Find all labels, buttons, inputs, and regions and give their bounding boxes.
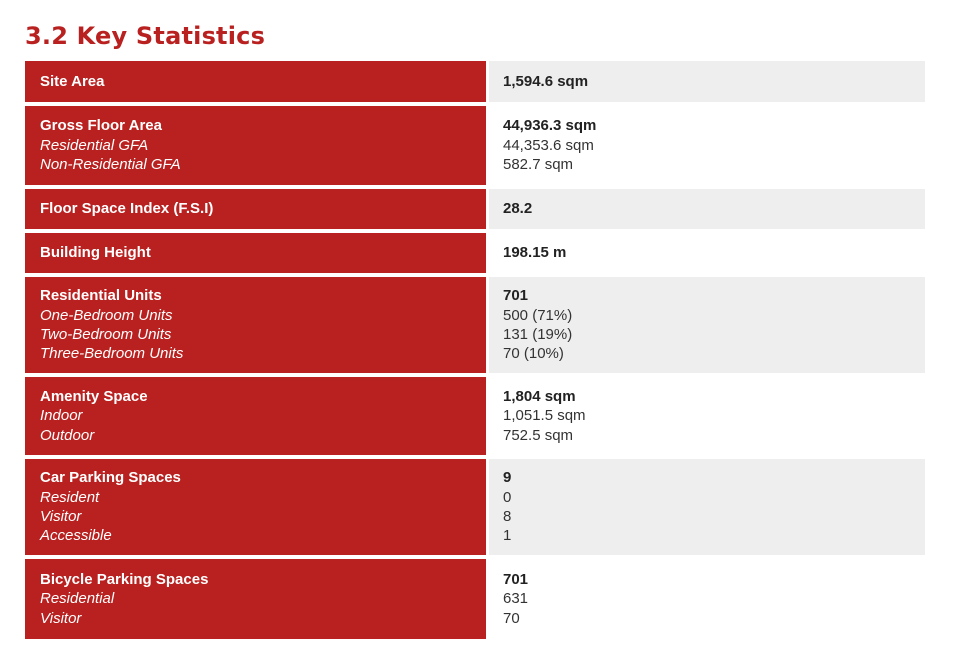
row-label: Site Area xyxy=(40,72,105,90)
row-value-cell: 28.2 xyxy=(489,189,925,229)
row-label-cell: Amenity Space Indoor Outdoor xyxy=(25,377,486,455)
row-sub-label: Residential GFA xyxy=(40,136,149,154)
row-sub-value: 0 xyxy=(503,488,512,506)
table-row: Car Parking Spaces Resident Visitor Acce… xyxy=(25,459,925,555)
table-row: Amenity Space Indoor Outdoor 1,804 sqm 1… xyxy=(25,377,925,455)
row-sub-value: 631 xyxy=(503,590,529,608)
row-label: Building Height xyxy=(40,244,151,262)
row-sub-value: 8 xyxy=(503,508,512,525)
row-sub-label: One-Bedroom Units xyxy=(40,306,173,324)
row-value-cell: 701 500 (71%) 131 (19%) 70 (10%) xyxy=(489,277,925,373)
row-value: 9 xyxy=(503,469,512,487)
table-row: Bicycle Parking Spaces Residential Visit… xyxy=(25,559,925,639)
row-value: 198.15 m xyxy=(503,244,567,262)
row-sub-value: 582.7 sqm xyxy=(503,156,574,174)
key-statistics-table: Site Area 1,594.6 sqm Gross Floor Area R… xyxy=(25,61,925,643)
row-sub-value: 1,051.5 sqm xyxy=(503,407,586,425)
row-sub-value: 752.5 sqm xyxy=(503,426,574,444)
row-value-cell: 701 631 70 xyxy=(489,559,925,639)
row-value: 701 xyxy=(503,287,529,305)
row-value-cell: 1,594.6 sqm xyxy=(489,61,925,102)
row-sub-label: Two-Bedroom Units xyxy=(40,326,172,343)
row-value-cell: 1,804 sqm 1,051.5 sqm 752.5 sqm xyxy=(489,377,925,455)
row-value: 701 xyxy=(503,570,529,588)
row-sub-label: Residential xyxy=(40,590,115,608)
row-value-cell: 44,936.3 sqm 44,353.6 sqm 582.7 sqm xyxy=(489,106,925,185)
row-label-cell: Car Parking Spaces Resident Visitor Acce… xyxy=(25,459,486,555)
row-sub-label: Non-Residential GFA xyxy=(40,156,181,174)
row-label-cell: Building Height xyxy=(25,233,486,273)
row-label-cell: Floor Space Index (F.S.I) xyxy=(25,189,486,229)
row-sub-label: Indoor xyxy=(40,407,83,425)
row-value-cell: 9 0 8 1 xyxy=(489,459,925,555)
row-sub-value: 44,353.6 sqm xyxy=(503,136,594,154)
row-sub-label: Accessible xyxy=(40,527,112,545)
row-label-cell: Residential Units One-Bedroom Units Two-… xyxy=(25,277,486,373)
row-sub-value: 500 (71%) xyxy=(503,306,573,324)
row-sub-value: 70 xyxy=(503,609,520,627)
row-value-cell: 198.15 m xyxy=(489,233,925,273)
row-label: Car Parking Spaces xyxy=(40,469,181,487)
row-sub-value: 131 (19%) xyxy=(503,326,573,343)
table-row: Residential Units One-Bedroom Units Two-… xyxy=(25,277,925,373)
section-title: 3.2 Key Statistics xyxy=(25,22,266,50)
row-sub-label: Three-Bedroom Units xyxy=(40,345,184,363)
row-value: 44,936.3 sqm xyxy=(503,117,597,135)
row-label-cell: Gross Floor Area Residential GFA Non-Res… xyxy=(25,106,486,185)
row-label: Amenity Space xyxy=(40,387,148,405)
table-row: Site Area 1,594.6 sqm xyxy=(25,61,925,102)
row-sub-value: 1 xyxy=(503,527,512,545)
row-label: Residential Units xyxy=(40,287,162,305)
table-row: Gross Floor Area Residential GFA Non-Res… xyxy=(25,106,925,185)
row-value: 28.2 xyxy=(503,200,533,218)
row-sub-value: 70 (10%) xyxy=(503,345,564,363)
row-sub-label: Visitor xyxy=(40,508,82,525)
row-label: Floor Space Index (F.S.I) xyxy=(40,200,214,218)
row-label-cell: Bicycle Parking Spaces Residential Visit… xyxy=(25,559,486,639)
page: 3.2 Key Statistics Site Area 1,594.6 sqm… xyxy=(0,0,969,672)
row-sub-label: Visitor xyxy=(40,609,82,627)
row-label: Bicycle Parking Spaces xyxy=(40,570,209,588)
row-label-cell: Site Area xyxy=(25,61,486,102)
row-sub-label: Outdoor xyxy=(40,426,95,444)
row-value: 1,804 sqm xyxy=(503,387,576,405)
row-sub-label: Resident xyxy=(40,488,100,506)
row-value: 1,594.6 sqm xyxy=(503,72,589,90)
table-row: Floor Space Index (F.S.I) 28.2 xyxy=(25,189,925,229)
row-label: Gross Floor Area xyxy=(40,117,162,135)
table-row: Building Height 198.15 m xyxy=(25,233,925,273)
